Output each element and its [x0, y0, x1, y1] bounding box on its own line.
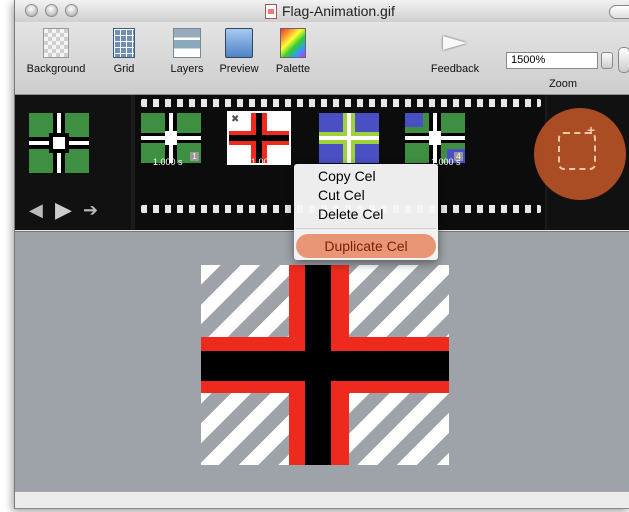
paper-plane-icon [441, 28, 469, 58]
layers-button[interactable]: Layers [167, 28, 207, 75]
menu-item-duplicate-cel[interactable]: Duplicate Cel [296, 234, 436, 258]
grid-button[interactable]: Grid [109, 28, 139, 75]
menu-item-copy-cel[interactable]: Copy Cel [318, 168, 376, 184]
zoom-stepper[interactable] [618, 47, 629, 73]
palette-label: Palette [275, 63, 311, 75]
title-bar: Flag-Animation.gif [15, 0, 629, 22]
animation-preview-thumbnail [29, 113, 89, 173]
magnifier-preview-icon [225, 28, 253, 58]
frame-badge: 1 [190, 152, 199, 161]
plus-icon: + [587, 122, 596, 138]
add-frame-button[interactable]: + [534, 108, 626, 200]
zoom-field[interactable]: 1500% [506, 52, 598, 69]
palette-button[interactable]: Palette [271, 28, 315, 75]
menu-separator [296, 228, 436, 229]
context-menu: Copy Cel Cut Cel Delete Cel Duplicate Ce… [294, 164, 438, 260]
zoom-popup-arrow-icon[interactable] [601, 52, 613, 69]
gif-document-icon [265, 3, 277, 19]
feedback-label: Feedback [430, 63, 480, 75]
close-window-button[interactable] [25, 4, 38, 17]
grid-icon [113, 28, 135, 58]
frame-thumbnail-3[interactable] [319, 113, 379, 163]
frame-duration: 1.000 s [153, 157, 183, 167]
menu-item-delete-cel[interactable]: Delete Cel [318, 206, 383, 222]
frame-thumbnail-2[interactable]: ✖ [227, 111, 291, 165]
animation-preview-pane: ◀ ▶ ➔ [15, 95, 131, 230]
layers-label: Layers [170, 63, 204, 75]
grid-label: Grid [113, 63, 135, 75]
previous-frame-icon[interactable]: ◀ [29, 200, 43, 221]
zoom-window-button[interactable] [65, 4, 78, 17]
preview-label: Preview [219, 63, 259, 75]
window-controls [25, 4, 78, 17]
window-title-text: Flag-Animation.gif [282, 3, 395, 19]
layers-icon [173, 28, 201, 58]
feedback-button[interactable]: Feedback [427, 28, 483, 75]
status-bar [15, 491, 629, 508]
frame-thumbnail-1[interactable]: 1 [141, 113, 201, 163]
cel-canvas[interactable] [201, 265, 449, 465]
preview-button[interactable]: Preview [215, 28, 263, 75]
next-frame-icon[interactable]: ➔ [83, 200, 98, 221]
minimize-window-button[interactable] [45, 4, 58, 17]
frame-duration: 1.000 s [251, 157, 281, 167]
toolbar-toggle-button[interactable] [609, 5, 629, 19]
filmstrip-top-perforation [141, 99, 541, 107]
menu-item-cut-cel[interactable]: Cut Cel [318, 187, 365, 203]
window-title: Flag-Animation.gif [265, 3, 395, 19]
palette-icon [280, 28, 306, 58]
frame-thumbnail-4[interactable]: 4 [405, 113, 465, 163]
zoom-label: Zoom [548, 78, 578, 90]
checkerboard-icon [43, 28, 69, 58]
background-button[interactable]: Background [25, 28, 87, 75]
toolbar: Background Grid Layers Preview Palette F… [15, 22, 629, 95]
background-label: Background [26, 63, 86, 75]
delete-frame-icon[interactable]: ✖ [231, 114, 239, 125]
play-icon[interactable]: ▶ [55, 197, 72, 223]
